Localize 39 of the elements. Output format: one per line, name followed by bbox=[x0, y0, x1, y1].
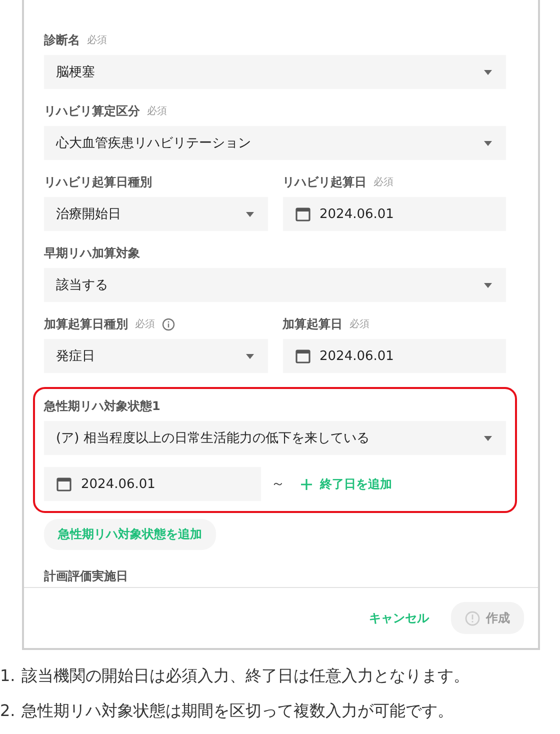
caret-icon bbox=[246, 212, 254, 216]
caret-icon bbox=[484, 140, 492, 146]
caret-icon bbox=[484, 70, 492, 74]
required-tag: 必須 bbox=[374, 175, 394, 189]
select-field[interactable]: 心大血管疾患リハビリテーション bbox=[44, 126, 506, 160]
note-text: 急性期リハ対象状態は期間を区切って複数入力が可能です。 bbox=[21, 701, 454, 722]
calendar-icon bbox=[294, 348, 310, 364]
plus-icon bbox=[301, 478, 312, 490]
note-number: 1. bbox=[0, 666, 16, 687]
field-label: 加算起算日 bbox=[282, 316, 342, 332]
select-field[interactable]: (ア) 相当程度以上の日常生活能力の低下を来している bbox=[44, 421, 506, 455]
caret-icon bbox=[484, 282, 492, 288]
field-label: 急性期リハ対象状態1 bbox=[44, 398, 160, 414]
note-number: 2. bbox=[0, 701, 16, 722]
field-label: 計画評価実施日 bbox=[44, 568, 128, 584]
field-label: リハビリ算定区分 bbox=[44, 102, 140, 120]
caret-icon bbox=[484, 436, 492, 440]
select-field[interactable]: 治療開始日 bbox=[44, 197, 268, 231]
field-label: 早期リハ加算対象 bbox=[44, 244, 140, 262]
date-field[interactable]: 2024.06.01 bbox=[282, 197, 506, 231]
field-label: リハビリ起算日 bbox=[282, 174, 366, 190]
date-field[interactable]: 2024.06.01 bbox=[282, 339, 506, 373]
select-field[interactable]: 脳梗塞 bbox=[44, 55, 506, 89]
calendar-icon bbox=[56, 476, 72, 492]
note-text: 該当機関の開始日は必須入力、終了日は任意入力となります。 bbox=[21, 666, 470, 687]
field-label: 加算起算日種別 bbox=[44, 316, 128, 332]
range-mark: ～ bbox=[271, 475, 285, 493]
required-tag: 必須 bbox=[87, 33, 107, 47]
field-label: 診断名 bbox=[44, 32, 80, 48]
calendar-icon bbox=[294, 206, 310, 222]
caret-icon bbox=[246, 354, 254, 358]
select-field[interactable]: 発症日 bbox=[44, 339, 268, 373]
required-tag: 必須 bbox=[147, 104, 167, 118]
date-field[interactable]: 2024.06.01 bbox=[44, 467, 261, 501]
field-label: リハビリ起算日種別 bbox=[44, 174, 152, 190]
required-tag: 必須 bbox=[135, 317, 155, 331]
alert-icon bbox=[465, 610, 480, 626]
required-tag: 必須 bbox=[350, 317, 370, 331]
select-field[interactable]: 該当する bbox=[44, 268, 506, 302]
